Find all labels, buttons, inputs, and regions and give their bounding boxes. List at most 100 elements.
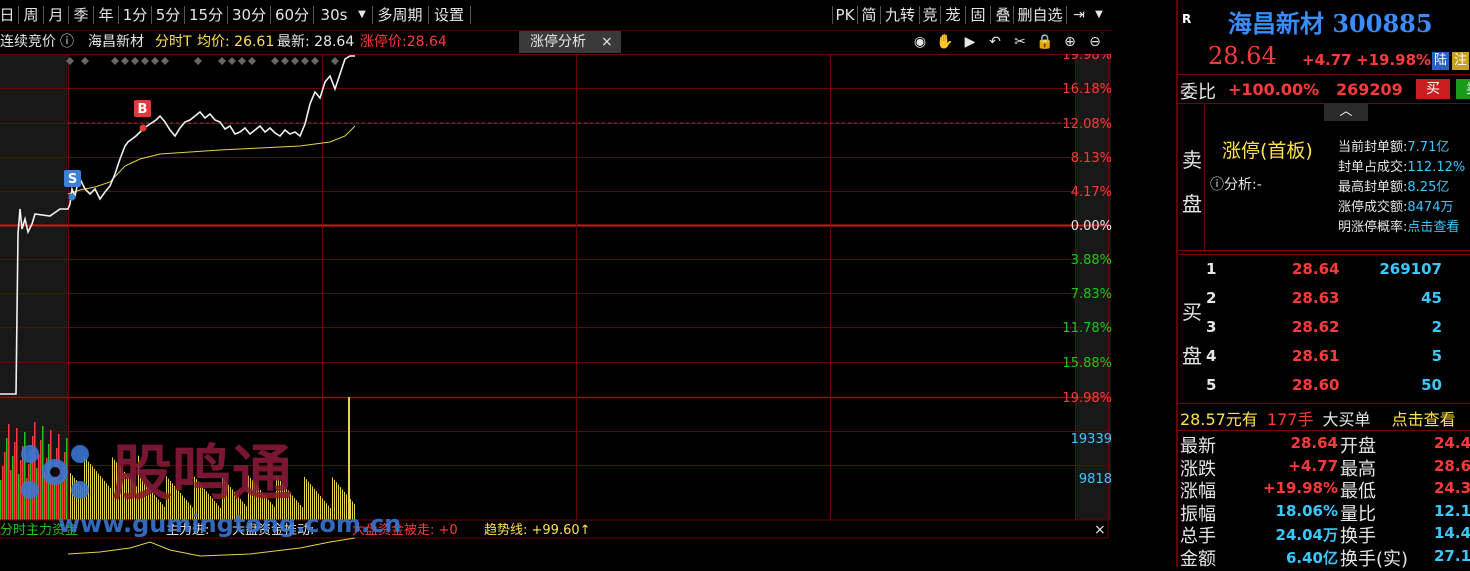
- period-month[interactable]: 月: [46, 4, 66, 26]
- bid-row[interactable]: 3 28.62 2: [1178, 318, 1470, 340]
- event-diamond-icon[interactable]: [271, 57, 279, 65]
- bid-row[interactable]: 4 28.61 5: [1178, 347, 1470, 369]
- hk-connect-tag: 陆: [1432, 52, 1449, 70]
- stat-row: 总手 24.04万 换手 14.45%: [1178, 522, 1470, 547]
- big-order-row[interactable]: 28.57元有 177手 大买单 点击查看: [1180, 406, 1456, 430]
- stat-value-2: 24.33: [1434, 479, 1470, 497]
- period-toolbar: 日 周 月 季 年 1分 5分 15分 30分 60分 30s ▼ 多周期 设置…: [0, 0, 1112, 31]
- pk-button[interactable]: PK: [835, 4, 855, 26]
- big-order-volume: 177手: [1266, 410, 1314, 429]
- event-diamond-icon[interactable]: [238, 57, 246, 65]
- event-diamond-icon[interactable]: [311, 57, 319, 65]
- event-diamond-icon[interactable]: [131, 57, 139, 65]
- limit-analysis-close-icon[interactable]: ×: [601, 30, 613, 54]
- fixed-button[interactable]: 固: [968, 4, 988, 26]
- stat-value: 28.64: [1290, 434, 1338, 452]
- bid-level: 3: [1206, 318, 1217, 336]
- event-diamond-icon[interactable]: [331, 57, 339, 65]
- info-icon[interactable]: ⓘ: [60, 30, 74, 54]
- chart-mode-label[interactable]: 分时T: [155, 30, 192, 54]
- sell-side-label-1: 卖: [1182, 148, 1202, 172]
- event-diamond-icon[interactable]: [194, 57, 202, 65]
- stat-row: 涨幅 +19.98% 最低 24.33: [1178, 477, 1470, 502]
- settings-button[interactable]: 设置: [431, 4, 467, 26]
- event-diamond-icon[interactable]: [291, 57, 299, 65]
- event-diamond-icon[interactable]: [141, 57, 149, 65]
- zoom-in-icon[interactable]: ⊕: [1061, 33, 1079, 51]
- stat-value: 24.04万: [1275, 526, 1338, 544]
- bid-row[interactable]: 1 28.64 269107: [1178, 260, 1470, 282]
- event-diamond-icon[interactable]: [121, 57, 129, 65]
- zoom-out-icon[interactable]: ⊖: [1086, 33, 1104, 51]
- chip-button[interactable]: 茏: [943, 4, 963, 26]
- play-icon[interactable]: ▶: [961, 33, 979, 51]
- period-30s[interactable]: 30s: [316, 4, 352, 26]
- toolbar-dropdown-icon[interactable]: ▼: [1092, 4, 1106, 26]
- event-diamond-icon[interactable]: [81, 57, 89, 65]
- volume-bar: [66, 438, 68, 520]
- indicator-close-icon[interactable]: ×: [1094, 522, 1106, 538]
- period-day[interactable]: 日: [0, 4, 16, 26]
- period-15min[interactable]: 15分: [187, 4, 225, 26]
- auction-button[interactable]: 竞: [922, 4, 938, 26]
- bid-price: 28.64: [1292, 260, 1340, 278]
- lock-icon[interactable]: 🔒: [1036, 33, 1054, 51]
- period-week[interactable]: 周: [21, 4, 41, 26]
- bid-price: 28.61: [1292, 347, 1340, 365]
- volume-bar: [6, 438, 8, 520]
- stat-row: 振幅 18.06% 量比 12.10: [1178, 500, 1470, 525]
- period-dropdown-icon[interactable]: ▼: [355, 4, 369, 26]
- period-30min[interactable]: 30分: [230, 4, 268, 26]
- pct-axis-label: 19.98%: [1062, 391, 1112, 406]
- event-diamond-icon[interactable]: [161, 57, 169, 65]
- bid-row[interactable]: 2 28.63 45: [1178, 289, 1470, 311]
- limit-details: 当前封单额:7.71亿 封单占成交:112.12% 最高封单额:8.25亿 涨停…: [1338, 138, 1465, 238]
- sell-side-label-2: 盘: [1182, 192, 1202, 216]
- period-60min[interactable]: 60分: [273, 4, 311, 26]
- remove-watchlist-button[interactable]: 删自选: [1015, 4, 1065, 26]
- volume-axis-label: 19339: [1071, 432, 1112, 447]
- overlay-button[interactable]: 叠: [993, 4, 1013, 26]
- bid-volume: 269107: [1379, 260, 1442, 278]
- multi-period-button[interactable]: 多周期: [375, 4, 425, 26]
- undo-icon[interactable]: ↶: [986, 33, 1004, 51]
- simple-button[interactable]: 简: [860, 4, 878, 26]
- limit-detail-row[interactable]: 明涨停概率:点击查看: [1338, 218, 1465, 238]
- event-diamond-icon[interactable]: [281, 57, 289, 65]
- eye-icon[interactable]: ◉: [911, 33, 929, 51]
- hand-icon[interactable]: ✋: [936, 33, 954, 51]
- bid-volume: 50: [1421, 376, 1442, 394]
- event-diamond-icon[interactable]: [218, 57, 226, 65]
- event-diamond-icon[interactable]: [151, 57, 159, 65]
- event-diamond-icon[interactable]: [111, 57, 119, 65]
- pct-axis-label: 0.00%: [1071, 219, 1112, 234]
- big-order-link[interactable]: 点击查看: [1392, 410, 1456, 429]
- pct-axis-label: 19.98%: [1062, 54, 1112, 63]
- period-year[interactable]: 年: [96, 4, 116, 26]
- period-1min[interactable]: 1分: [121, 4, 149, 26]
- volume-bar: [12, 456, 14, 520]
- analysis-link[interactable]: ⓘ分析:-: [1210, 174, 1262, 194]
- big-order-price: 28.57元有: [1180, 410, 1258, 429]
- nine-turn-button[interactable]: 九转: [883, 4, 917, 26]
- buy-marker[interactable]: B: [134, 100, 151, 132]
- bid-level: 4: [1206, 347, 1217, 365]
- collapse-chevron-icon[interactable]: ︿: [1324, 103, 1368, 121]
- pct-axis-label: 15.88%: [1062, 356, 1112, 371]
- event-diamond-icon[interactable]: [301, 57, 309, 65]
- limit-analysis-tab[interactable]: 涨停分析 ×: [519, 31, 621, 53]
- buy-button[interactable]: 买: [1416, 79, 1450, 99]
- bid-row[interactable]: 5 28.60 50: [1178, 376, 1470, 398]
- period-quarter[interactable]: 季: [71, 4, 91, 26]
- stat-value-2: 27.11%: [1434, 546, 1470, 565]
- intraday-chart[interactable]: 19.98% 16.18% 12.08% 8.13% 4.17% 0.00% 3.88% 7.…: [0, 54, 1112, 567]
- sell-button[interactable]: 卖: [1456, 79, 1470, 99]
- period-5min[interactable]: 5分: [154, 4, 182, 26]
- latest-price-label: 最新: 28.64: [277, 34, 355, 50]
- event-diamond-icon[interactable]: [248, 57, 256, 65]
- bid-price: 28.63: [1292, 289, 1340, 307]
- collapse-panel-icon[interactable]: ⇥: [1069, 4, 1089, 26]
- event-diamond-icon[interactable]: [228, 57, 236, 65]
- scissors-icon[interactable]: ✂: [1011, 33, 1029, 51]
- price-change-pct: +19.98%: [1356, 51, 1432, 69]
